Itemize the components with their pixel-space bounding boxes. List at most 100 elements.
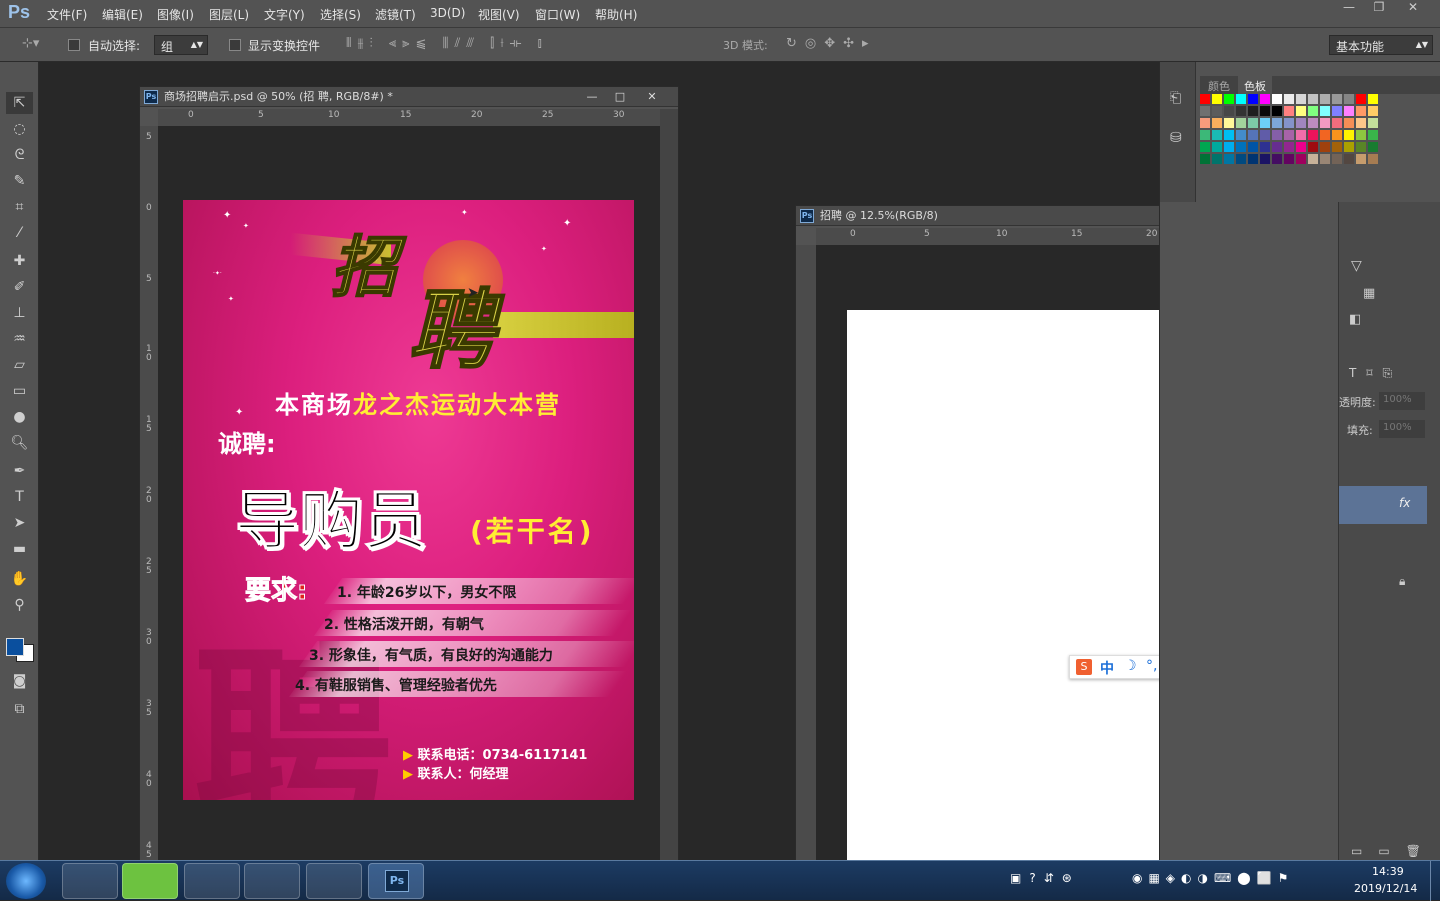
healing-brush-icon[interactable]: ✚ bbox=[6, 250, 33, 272]
shape-tool-icon[interactable]: ▬ bbox=[6, 538, 33, 560]
color-swatch[interactable] bbox=[1236, 106, 1246, 116]
color-swatch[interactable] bbox=[1200, 154, 1210, 164]
color-swatch[interactable] bbox=[1224, 118, 1234, 128]
path-select-icon[interactable]: ➤ bbox=[6, 512, 33, 534]
color-swatch[interactable] bbox=[1308, 142, 1318, 152]
color-swatch[interactable] bbox=[1320, 106, 1330, 116]
doc-restore-icon[interactable]: □ bbox=[606, 87, 634, 107]
pen-tool-icon[interactable]: ✒ bbox=[6, 460, 33, 482]
color-swatch[interactable] bbox=[1356, 130, 1366, 140]
color-swatch[interactable] bbox=[1320, 94, 1330, 104]
brush-tool-icon[interactable]: ✐ bbox=[6, 276, 33, 298]
color-swatch[interactable] bbox=[1212, 130, 1222, 140]
ime-chinese-mode[interactable]: 中 bbox=[1100, 658, 1114, 678]
zoom-tool-icon[interactable]: ⚲ bbox=[6, 594, 33, 616]
doc-close-icon[interactable]: ✕ bbox=[638, 87, 666, 107]
color-swatch[interactable] bbox=[1212, 154, 1222, 164]
color-swatch[interactable] bbox=[1332, 94, 1342, 104]
opacity-input[interactable]: 100% bbox=[1379, 392, 1425, 410]
color-swatch[interactable] bbox=[1344, 142, 1354, 152]
color-swatch[interactable] bbox=[1368, 118, 1378, 128]
color-swatch[interactable] bbox=[1344, 94, 1354, 104]
color-swatch[interactable] bbox=[1284, 154, 1294, 164]
dodge-tool-icon[interactable]: 🔍︎ bbox=[6, 432, 33, 454]
color-swatch[interactable] bbox=[1320, 118, 1330, 128]
color-swatch[interactable] bbox=[1344, 154, 1354, 164]
color-swatch[interactable] bbox=[1260, 118, 1270, 128]
crop-tool-icon[interactable]: ⌗ bbox=[6, 196, 33, 218]
menu-help[interactable]: 帮助(H) bbox=[595, 6, 637, 23]
restore-icon[interactable]: ❐ bbox=[1362, 0, 1396, 18]
color-swatch[interactable] bbox=[1284, 106, 1294, 116]
transform-controls-checkbox[interactable] bbox=[229, 39, 241, 51]
sogou-icon[interactable]: S bbox=[1076, 659, 1092, 675]
color-swatch[interactable] bbox=[1332, 130, 1342, 140]
color-swatch[interactable] bbox=[1236, 118, 1246, 128]
hand-tool-icon[interactable]: ✋ bbox=[6, 568, 33, 590]
color-swatch[interactable] bbox=[1272, 94, 1282, 104]
color-swatch[interactable] bbox=[1248, 130, 1258, 140]
color-swatch[interactable] bbox=[1368, 154, 1378, 164]
layer-footer-icons[interactable]: ▭▭🗑︎ bbox=[1351, 844, 1437, 858]
color-swatch[interactable] bbox=[1296, 106, 1306, 116]
screen-mode-icon[interactable]: ⧉ bbox=[6, 698, 33, 720]
workspace-dropdown[interactable]: 基本功能 ▲▼ bbox=[1329, 35, 1433, 55]
color-swatch[interactable] bbox=[1368, 94, 1378, 104]
color-swatch[interactable] bbox=[1356, 106, 1366, 116]
document-title-bar[interactable]: Ps 商场招聘启示.psd @ 50% (招 聘, RGB/8#) * — □ … bbox=[140, 87, 678, 107]
color-swatch[interactable] bbox=[1356, 154, 1366, 164]
color-swatch[interactable] bbox=[1284, 142, 1294, 152]
color-swatch[interactable] bbox=[1212, 106, 1222, 116]
color-swatch[interactable] bbox=[1356, 118, 1366, 128]
color-swatch[interactable] bbox=[1248, 118, 1258, 128]
color-swatch[interactable] bbox=[1236, 94, 1246, 104]
auto-select-checkbox[interactable] bbox=[68, 39, 80, 51]
quick-mask-icon[interactable]: ◙ bbox=[6, 670, 33, 692]
taskbar-app-folder[interactable] bbox=[244, 863, 300, 899]
color-swatch[interactable] bbox=[1296, 118, 1306, 128]
color-swatch[interactable] bbox=[1260, 130, 1270, 140]
color-swatch[interactable] bbox=[1332, 142, 1342, 152]
color-swatch[interactable] bbox=[1356, 94, 1366, 104]
color-swatch[interactable] bbox=[1332, 106, 1342, 116]
quick-select-tool-icon[interactable]: ✎ bbox=[6, 170, 33, 192]
swatch-grid[interactable] bbox=[1200, 94, 1420, 184]
color-swatch[interactable] bbox=[1308, 106, 1318, 116]
color-swatch[interactable] bbox=[1368, 106, 1378, 116]
color-swatch[interactable] bbox=[1248, 154, 1258, 164]
align-icons[interactable]: ⫴⫵⫶ ⫷⫸⫹ ⫼⫽⫻ ⫿⟊⟛ ⫾ bbox=[346, 36, 548, 51]
color-swatch[interactable] bbox=[1296, 154, 1306, 164]
color-swatch[interactable] bbox=[1200, 142, 1210, 152]
grid-icon[interactable]: ▦ bbox=[1363, 286, 1375, 301]
type-tool-icon[interactable]: T bbox=[6, 486, 33, 508]
color-swatch[interactable] bbox=[1224, 94, 1234, 104]
eyedropper-tool-icon[interactable]: ⁄ bbox=[6, 222, 33, 244]
vertical-scrollbar[interactable] bbox=[660, 109, 678, 861]
color-swatch[interactable] bbox=[1308, 118, 1318, 128]
foreground-color-swatch[interactable] bbox=[6, 638, 24, 656]
color-swatch[interactable] bbox=[1308, 130, 1318, 140]
lock-icons[interactable]: T⌑⎘ bbox=[1349, 366, 1402, 381]
tray-icons-right[interactable]: ◉▦◈◐◑⌨⬤⬜⚑ bbox=[1132, 871, 1344, 891]
color-swatch[interactable] bbox=[1212, 118, 1222, 128]
color-swatch[interactable] bbox=[1236, 130, 1246, 140]
gradient-tool-icon[interactable]: ▭ bbox=[6, 380, 33, 402]
color-swatch[interactable] bbox=[1260, 106, 1270, 116]
menu-type[interactable]: 文字(Y) bbox=[264, 6, 305, 23]
color-swatch[interactable] bbox=[1344, 118, 1354, 128]
color-swatch[interactable] bbox=[1212, 142, 1222, 152]
color-swatch[interactable] bbox=[1200, 94, 1210, 104]
color-swatch[interactable] bbox=[1200, 118, 1210, 128]
punctuation-icon[interactable]: °, bbox=[1146, 658, 1157, 674]
history-brush-icon[interactable]: ♒ bbox=[6, 328, 33, 350]
color-swatch[interactable] bbox=[1368, 130, 1378, 140]
taskbar-app-explorer[interactable] bbox=[62, 863, 118, 899]
color-swatch[interactable] bbox=[1284, 118, 1294, 128]
lasso-tool-icon[interactable]: ᘓ bbox=[6, 144, 33, 166]
menu-edit[interactable]: 编辑(E) bbox=[102, 6, 143, 23]
color-swatch[interactable] bbox=[1272, 130, 1282, 140]
taskbar-app-wechat[interactable] bbox=[122, 863, 178, 899]
taskbar-app-editor[interactable] bbox=[306, 863, 362, 899]
start-button[interactable] bbox=[6, 863, 46, 899]
color-swatch[interactable] bbox=[1224, 130, 1234, 140]
